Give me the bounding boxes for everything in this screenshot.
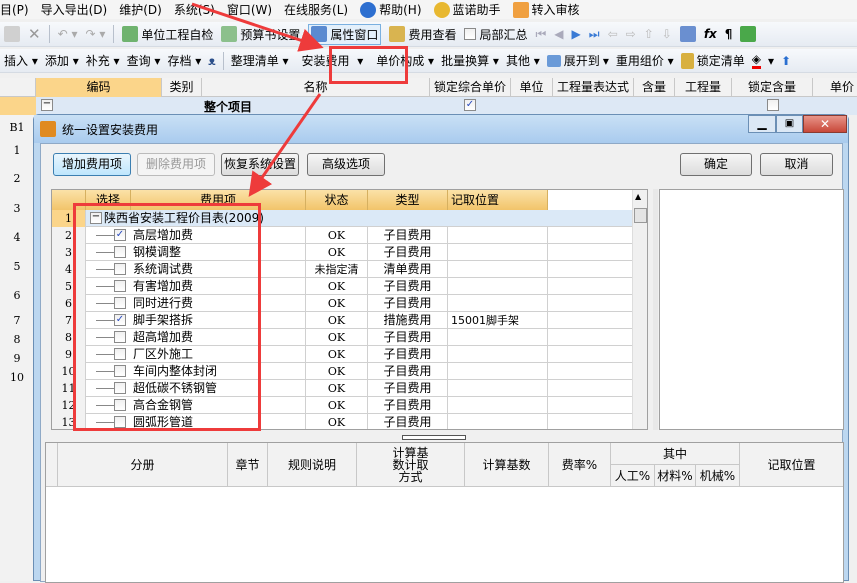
annotation-arrow <box>191 2 324 52</box>
annotation-arrows <box>191 2 324 197</box>
annotation-arrow <box>248 93 322 197</box>
